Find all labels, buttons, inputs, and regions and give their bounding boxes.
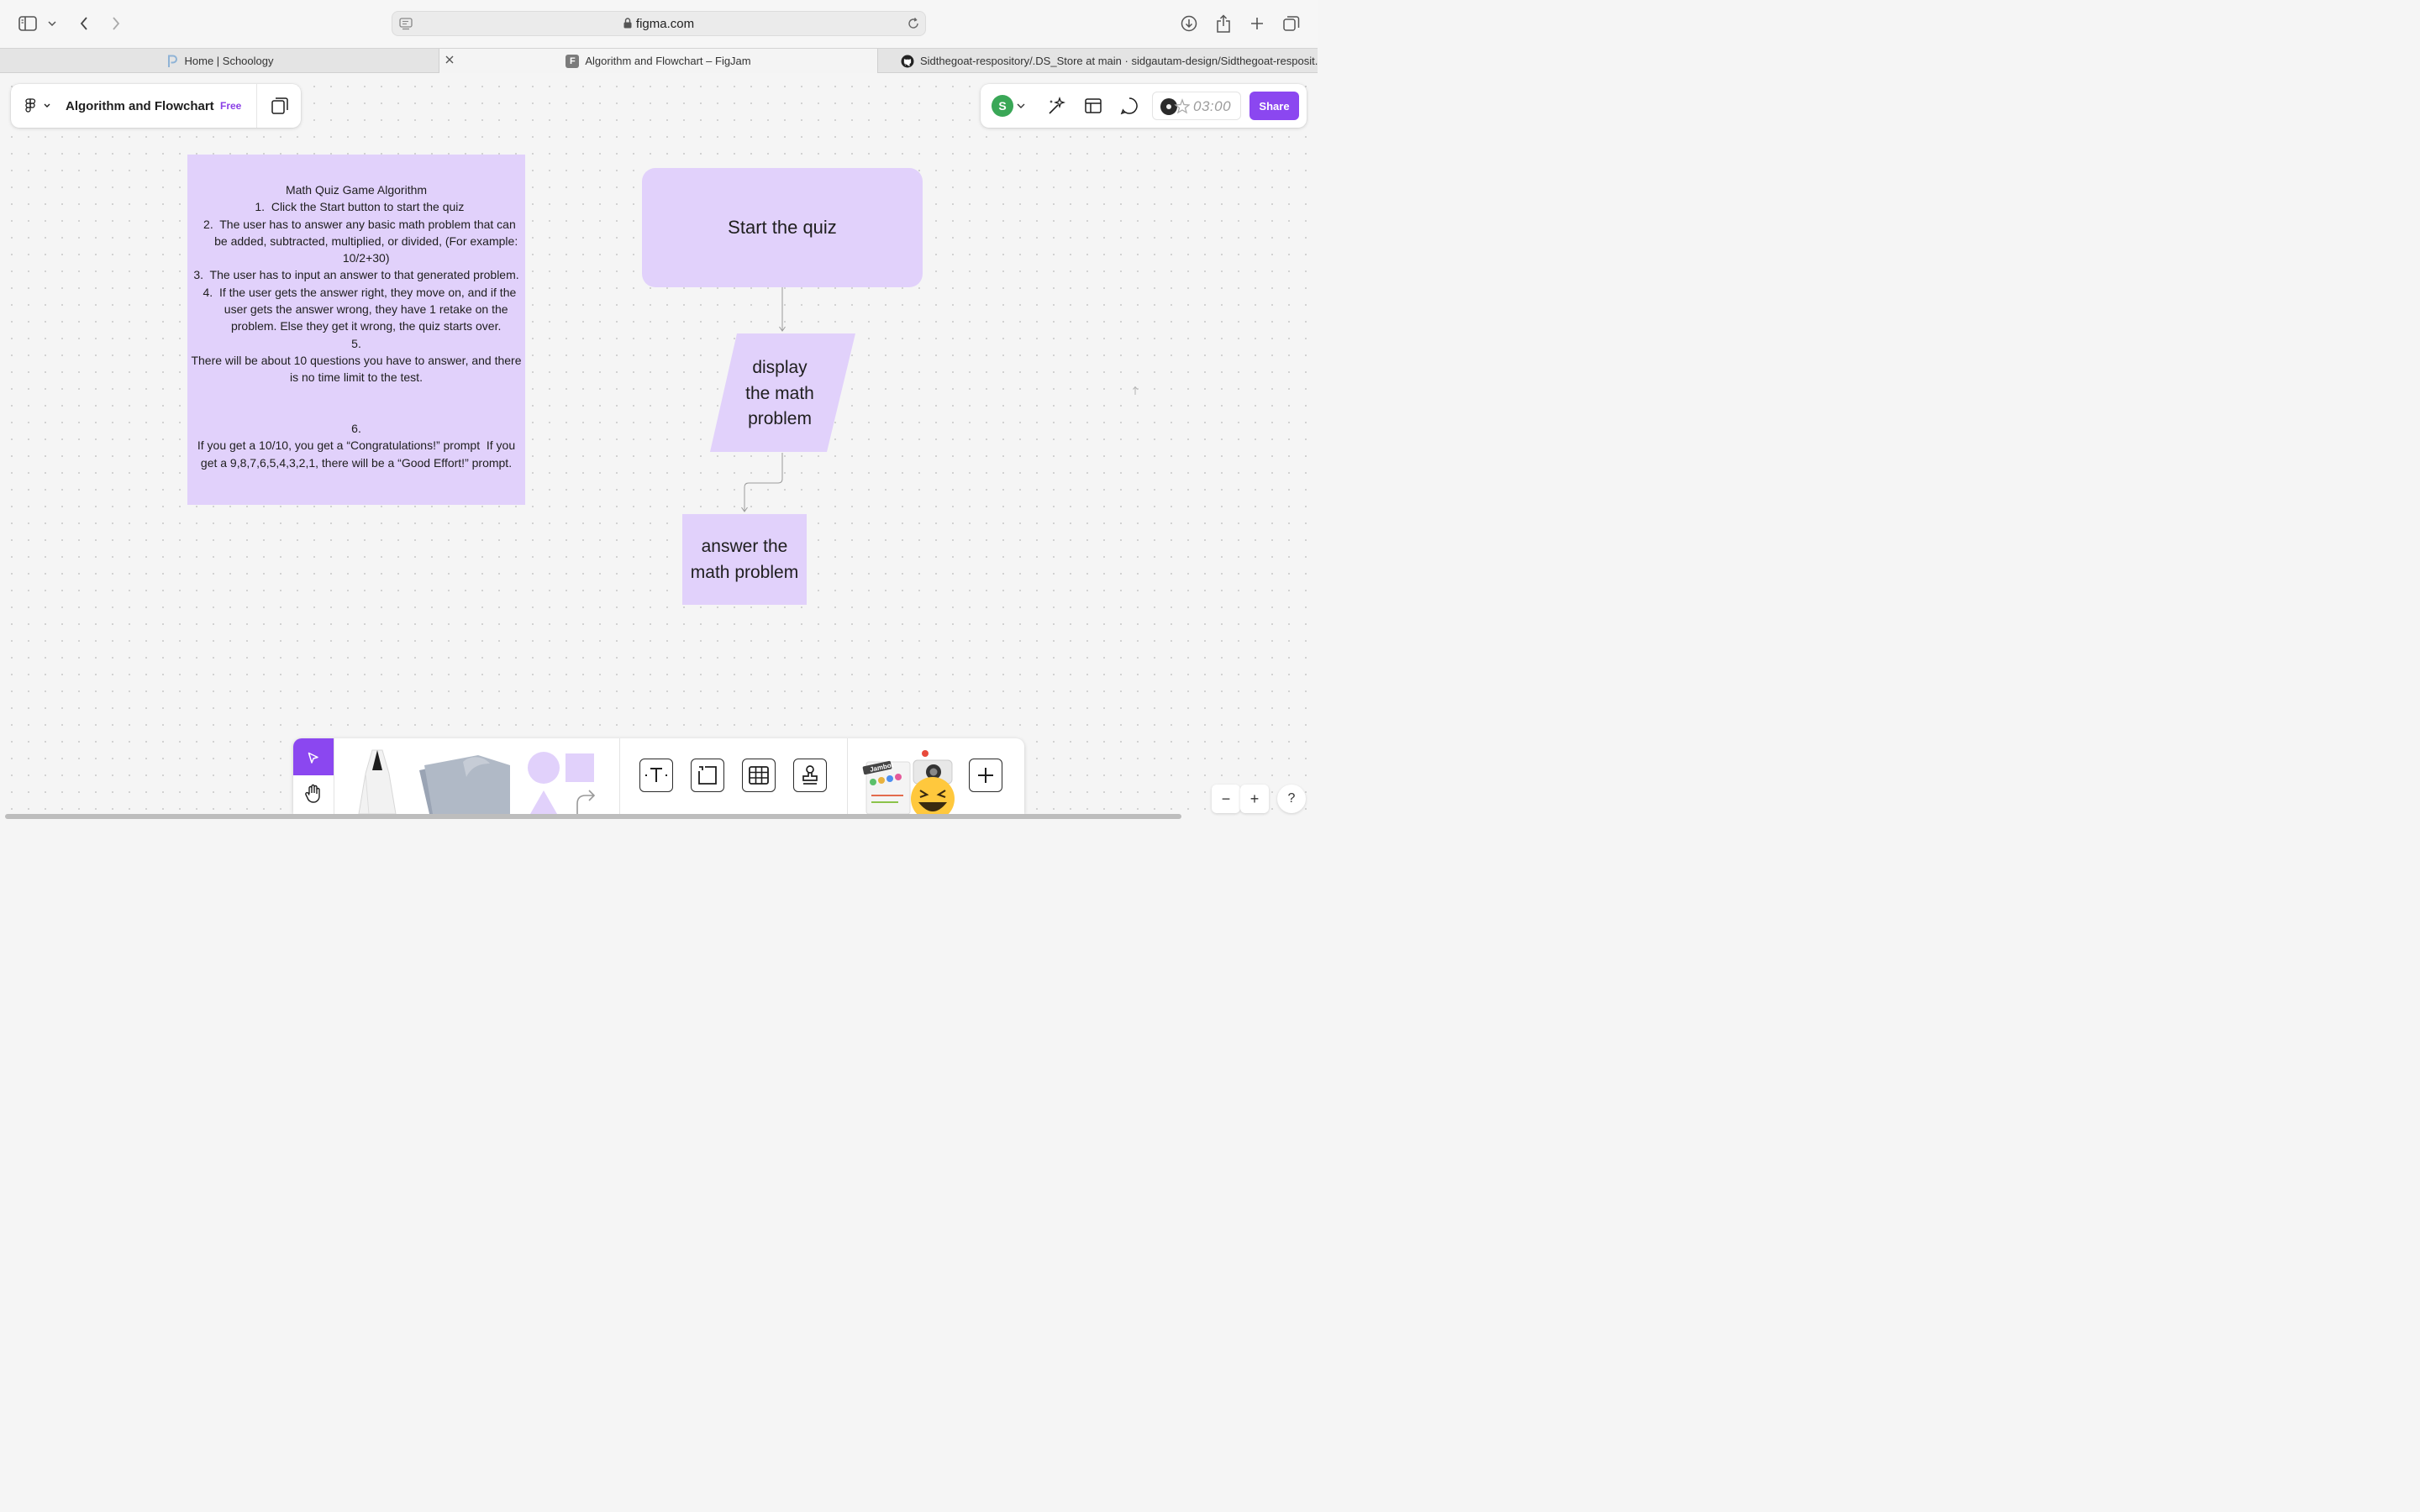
zoom-in-button[interactable]: + [1240,785,1269,813]
label-line: answer the [701,537,788,556]
bottom-toolbar: Jambot [293,738,1024,814]
plus-icon [976,766,995,785]
table-icon [748,764,770,786]
section-tool[interactable] [691,759,724,792]
label-line: display [752,358,808,377]
sticky-note-tool[interactable] [413,752,515,814]
section-icon [697,764,718,786]
cursor-icon [308,752,319,764]
label-line: math problem [690,562,799,582]
horizontal-scrollbar[interactable] [5,814,1181,819]
marker-tool[interactable] [355,748,399,814]
hand-icon [304,784,323,804]
widgets-tool[interactable] [861,748,962,814]
arrow-up-icon [1133,386,1138,395]
zoom-out-button[interactable]: − [1212,785,1240,813]
hand-tool[interactable] [293,775,334,814]
flow-answer-label: answer the math problem [679,534,810,585]
select-tool[interactable] [293,738,334,775]
help-button[interactable]: ? [1277,785,1306,813]
connector-display-answer [744,453,783,511]
shapes-tool[interactable] [525,750,601,814]
text-tool[interactable] [639,759,673,792]
stamp-icon [799,764,821,786]
flow-display-label: display the math problem [724,355,835,433]
label-line: the math [745,383,814,403]
label-line: problem [748,409,812,428]
flow-start-label: Start the quiz [728,217,837,238]
more-tools-button[interactable] [969,759,1002,792]
text-icon [645,764,667,786]
flowchart-connectors [741,287,1138,512]
table-tool[interactable] [742,759,776,792]
stamp-tool[interactable] [793,759,827,792]
